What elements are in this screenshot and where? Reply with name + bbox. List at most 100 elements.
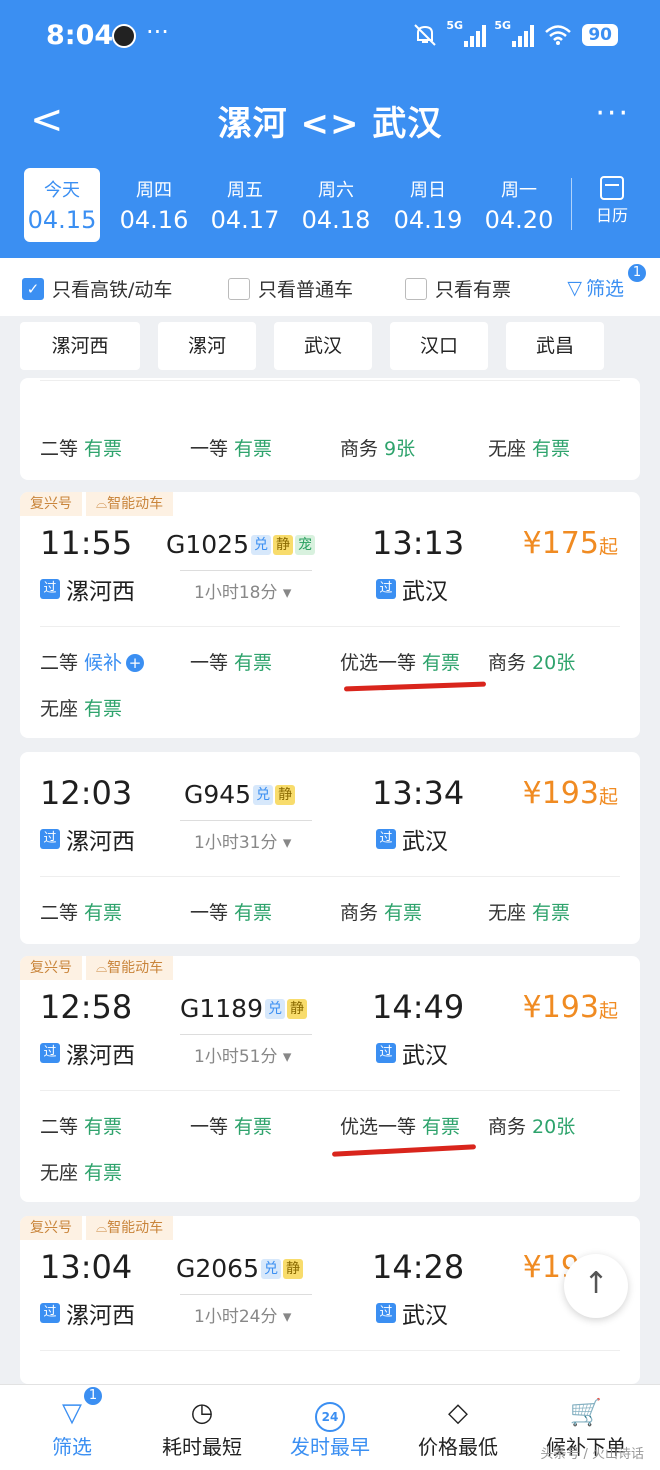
departure-time: 11:55 bbox=[40, 524, 133, 562]
seat-2nd: 二等 候补 + bbox=[40, 648, 145, 675]
station-chips: 漯河西 漯河 武汉 汉口 武昌 bbox=[20, 320, 640, 372]
to-station: 过武汉 bbox=[376, 822, 448, 856]
funnel-icon: ▽ bbox=[567, 276, 582, 299]
seat-1st: 一等 有票 bbox=[190, 902, 273, 924]
station-chip-4[interactable]: 武昌 bbox=[506, 322, 604, 370]
dates-separator bbox=[571, 178, 572, 230]
seat-standing: 无座 有票 bbox=[40, 698, 123, 720]
header: 8:04 ··· 5G 5G 90 < 漯河 <> 武汉 ··· 今天 04.15… bbox=[0, 0, 660, 258]
price: ¥193起 bbox=[522, 990, 618, 1025]
price: ¥193起 bbox=[522, 776, 618, 811]
seat-premium-1st: 优选一等 有票 bbox=[340, 1116, 461, 1138]
seat-2nd: 二等 有票 bbox=[40, 1116, 123, 1138]
sort-earliest-button[interactable]: 24 发时最早 bbox=[270, 1395, 390, 1460]
date-tabs: 今天 04.15 周四 04.16 周五 04.17 周六 04.18 周日 04.19 … bbox=[24, 168, 636, 246]
back-to-top-button[interactable]: ↑ bbox=[564, 1254, 628, 1318]
mute-icon bbox=[414, 24, 437, 46]
signal-icon-2: 5G bbox=[494, 19, 535, 47]
seat-standing: 无座 有票 bbox=[40, 1162, 123, 1184]
seat-2nd: 二等 有票 bbox=[40, 902, 123, 924]
smart-emu-tag: ⌓智能动车 bbox=[86, 492, 174, 516]
from-station: 过漯河西 bbox=[40, 572, 135, 606]
seat-1st: 一等 有票 bbox=[190, 438, 273, 460]
filter-badge: 1 bbox=[626, 262, 648, 284]
fuxing-tag: 复兴号 bbox=[20, 1216, 82, 1240]
from-station: 过漯河西 bbox=[40, 1296, 135, 1330]
clock-icon bbox=[112, 24, 136, 48]
date-tab-4[interactable]: 周日 04.19 bbox=[390, 168, 466, 242]
funnel-icon: ▽ bbox=[62, 1398, 82, 1428]
duration[interactable]: 1小时24分 ▾ bbox=[194, 1302, 291, 1327]
to-station: 过武汉 bbox=[376, 1296, 448, 1330]
train-card-partial[interactable]: 二等 有票 一等 有票 商务 9张 无座 有票 bbox=[20, 378, 640, 480]
train-card-g2065[interactable]: 复兴号 ⌓智能动车 13:04 G2065 兑静 14:28 ¥19 过漯河西 … bbox=[20, 1216, 640, 1384]
sort-shortest-button[interactable]: ◷ 耗时最短 bbox=[142, 1395, 262, 1460]
bottom-toolbar: ▽ 筛选 1 ◷ 耗时最短 24 发时最早 ◇ 价格最低 🛒 候补下单 头条号 … bbox=[0, 1384, 660, 1470]
sort-cheapest-button[interactable]: ◇ 价格最低 bbox=[398, 1395, 518, 1460]
departure-time: 12:58 bbox=[40, 988, 133, 1026]
smart-emu-tag: ⌓智能动车 bbox=[86, 956, 174, 980]
train-card-g945[interactable]: 12:03 G945 兑静 13:34 ¥193起 过漯河西 1小时31分 ▾ … bbox=[20, 752, 640, 944]
train-card-g1189[interactable]: 复兴号 ⌓智能动车 12:58 G1189 兑静 14:49 ¥193起 过漯河… bbox=[20, 956, 640, 1202]
duration[interactable]: 1小时31分 ▾ bbox=[194, 828, 291, 853]
price-tag-icon: ◇ bbox=[448, 1398, 468, 1428]
date-tab-1[interactable]: 周四 04.16 bbox=[116, 168, 192, 242]
calendar-button[interactable]: 日历 bbox=[588, 170, 636, 226]
checkmark-icon: ✓ bbox=[22, 277, 44, 300]
departure-time: 12:03 bbox=[40, 774, 133, 812]
duration[interactable]: 1小时51分 ▾ bbox=[194, 1042, 291, 1067]
station-chip-0[interactable]: 漯河西 bbox=[20, 322, 140, 370]
seat-2nd: 二等 有票 bbox=[40, 438, 123, 460]
battery-icon: 90 bbox=[582, 24, 618, 46]
wifi-icon bbox=[545, 25, 572, 45]
fuxing-tag: 复兴号 bbox=[20, 956, 82, 980]
timer-icon: ◷ bbox=[190, 1398, 214, 1428]
from-station: 过漯河西 bbox=[40, 822, 135, 856]
arrival-time: 13:13 bbox=[372, 524, 465, 562]
seat-business: 商务 20张 bbox=[488, 1116, 576, 1138]
seat-business: 商务 有票 bbox=[340, 902, 423, 924]
train-number: G1189 兑静 bbox=[180, 994, 307, 1023]
status-dots: ··· bbox=[146, 18, 169, 46]
station-chip-3[interactable]: 汉口 bbox=[390, 322, 488, 370]
bottom-filter-button[interactable]: ▽ 筛选 bbox=[12, 1395, 132, 1460]
status-time: 8:04 bbox=[46, 20, 114, 51]
station-chip-2[interactable]: 武汉 bbox=[274, 322, 372, 370]
seat-standing: 无座 有票 bbox=[488, 902, 571, 924]
date-tab-3[interactable]: 周六 04.18 bbox=[298, 168, 374, 242]
red-annotation-line bbox=[343, 681, 487, 692]
to-station: 过武汉 bbox=[376, 1036, 448, 1070]
smart-emu-tag: ⌓智能动车 bbox=[86, 1216, 174, 1240]
more-button[interactable]: ··· bbox=[595, 96, 630, 131]
filter-button[interactable]: ▽ 筛选 bbox=[567, 274, 624, 301]
date-tab-5[interactable]: 周一 04.20 bbox=[481, 168, 557, 242]
waitlist-add-icon[interactable]: + bbox=[126, 654, 145, 672]
red-annotation-line bbox=[331, 1144, 477, 1157]
clock-24-icon: 24 bbox=[270, 1395, 390, 1432]
duration[interactable]: 1小时18分 ▾ bbox=[194, 578, 291, 603]
bottom-filter-badge: 1 bbox=[82, 1385, 104, 1407]
high-speed-checkbox[interactable]: ✓ 只看高铁/动车 bbox=[22, 275, 172, 302]
seat-1st: 一等 有票 bbox=[190, 1116, 273, 1138]
from-station: 过漯河西 bbox=[40, 1036, 135, 1070]
date-tab-2[interactable]: 周五 04.17 bbox=[207, 168, 283, 242]
departure-time: 13:04 bbox=[40, 1248, 133, 1286]
train-number: G945 兑静 bbox=[184, 780, 296, 809]
date-tab-0[interactable]: 今天 04.15 bbox=[24, 168, 100, 242]
train-card-g1025[interactable]: 复兴号 ⌓智能动车 11:55 G1025 兑静宠 13:13 ¥175起 过漯… bbox=[20, 492, 640, 738]
price: ¥175起 bbox=[522, 526, 618, 561]
signal-icon-1: 5G bbox=[446, 19, 487, 47]
arrival-time: 14:28 bbox=[372, 1248, 465, 1286]
available-only-checkbox[interactable]: 只看有票 bbox=[405, 275, 511, 302]
seat-business: 商务 20张 bbox=[488, 652, 576, 674]
arrival-time: 13:34 bbox=[372, 774, 465, 812]
train-number: G1025 兑静宠 bbox=[166, 530, 315, 559]
train-number: G2065 兑静 bbox=[176, 1254, 303, 1283]
normal-train-checkbox[interactable]: 只看普通车 bbox=[228, 275, 353, 302]
seat-premium-1st: 优选一等 有票 bbox=[340, 652, 461, 674]
arrival-time: 14:49 bbox=[372, 988, 465, 1026]
page-title: 漯河 <> 武汉 bbox=[217, 104, 443, 144]
seat-business: 商务 9张 bbox=[340, 438, 416, 460]
watermark: 头条号 / 火山诗话 bbox=[540, 1447, 644, 1462]
station-chip-1[interactable]: 漯河 bbox=[158, 322, 256, 370]
